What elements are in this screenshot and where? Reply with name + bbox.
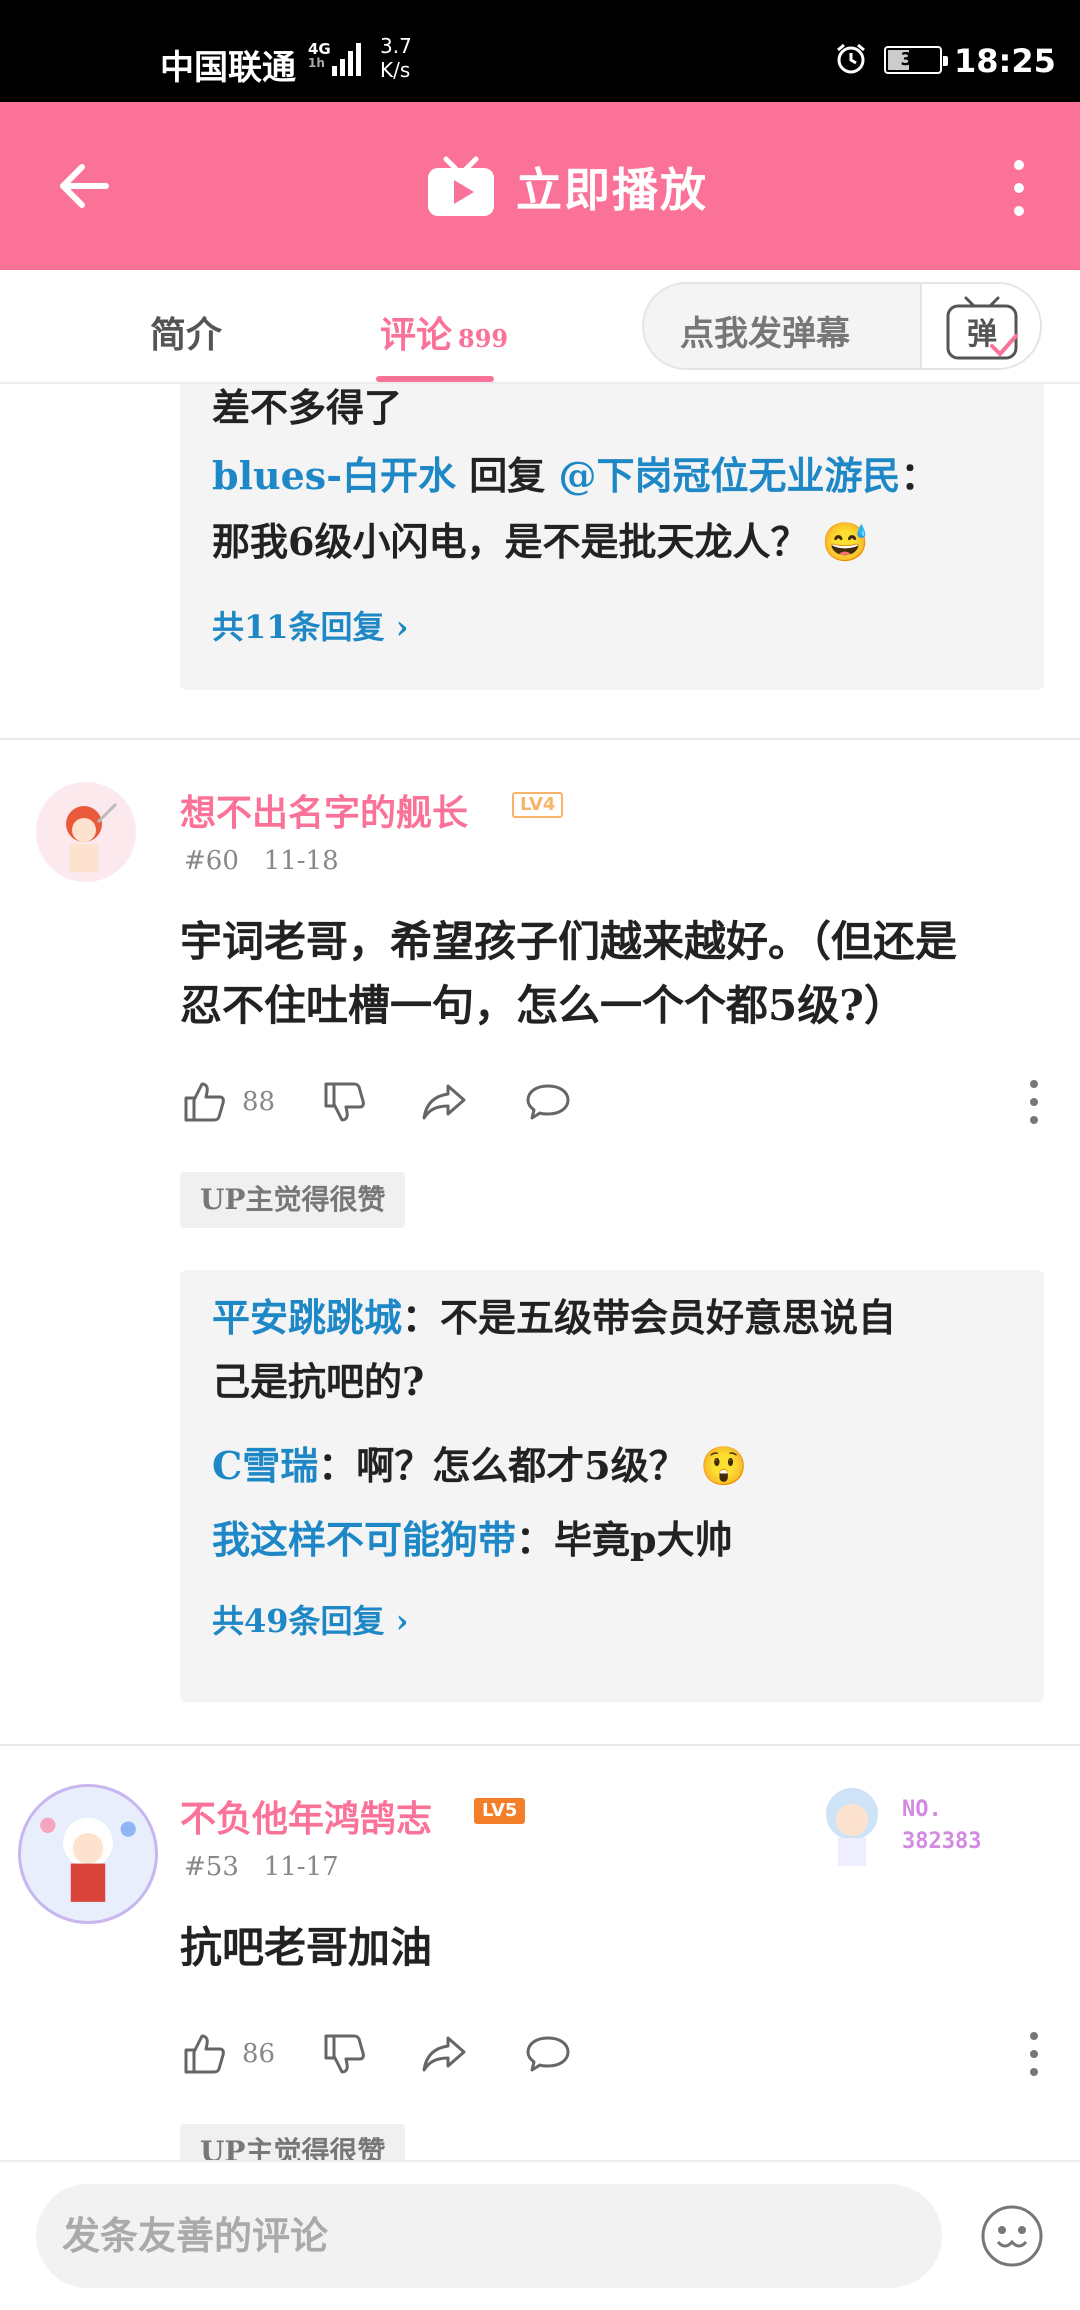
share-button[interactable] bbox=[420, 2026, 468, 2082]
divider bbox=[0, 1744, 1080, 1746]
divider bbox=[0, 738, 1080, 740]
dislike-button[interactable] bbox=[320, 2026, 368, 2082]
thumbs-up-icon bbox=[184, 2034, 225, 2074]
up-liked-badge: UP主觉得很赞 bbox=[180, 1172, 406, 1228]
comment-more-icon[interactable] bbox=[1028, 2030, 1040, 2078]
dislike-button[interactable] bbox=[320, 1074, 368, 1130]
fan-medal-badge: NO. 382383 bbox=[812, 1772, 1042, 1882]
like-count: 86 bbox=[242, 2039, 276, 2069]
battery-icon: 39 bbox=[884, 46, 948, 74]
danmaku-icon: 弹 bbox=[946, 296, 1018, 360]
comment-meta: #53 11-17 bbox=[184, 1852, 339, 1882]
danmaku-placeholder: 点我发弹幕 bbox=[680, 314, 850, 354]
more-replies-link[interactable]: 共49条回复 › bbox=[212, 1596, 408, 1642]
reply-mention[interactable]: @下岗冠位无业游民 bbox=[558, 453, 900, 498]
alarm-icon bbox=[837, 43, 865, 74]
comment-input[interactable]: 发条友善的评论 bbox=[36, 2184, 942, 2288]
reply-line: C雪瑞：啊？怎么都才5级？ 😲 bbox=[212, 1443, 748, 1488]
up-liked-badge: UP主觉得很赞 bbox=[180, 2124, 406, 2160]
comment-bubble-icon bbox=[526, 2036, 570, 2072]
share-button[interactable] bbox=[420, 1074, 468, 1130]
share-icon bbox=[422, 1084, 466, 1120]
avatar[interactable] bbox=[18, 1784, 158, 1924]
reply-line: 己是抗吧的? bbox=[212, 1359, 425, 1404]
comment-list[interactable]: 差不多得了 blues-白开水 回复 @下岗冠位无业游民： 那我6级小闪电，是不… bbox=[0, 384, 1080, 2160]
fan-avatar-icon bbox=[826, 1788, 878, 1866]
comment-text: 宇词老哥，希望孩子们越来越好。（但还是 忍不住吐槽一句，怎么一个个都5级?） bbox=[180, 917, 958, 1030]
play-now-button[interactable]: 立即播放 bbox=[426, 152, 708, 222]
network-type: 4G 1h bbox=[308, 40, 331, 71]
signal-icon bbox=[332, 43, 361, 76]
comment-date: 11-17 bbox=[263, 1852, 339, 1882]
back-arrow-icon[interactable] bbox=[56, 158, 112, 214]
carrier-name: 中国联通 bbox=[160, 48, 296, 88]
battery-level: 39 bbox=[900, 49, 926, 70]
comment-bubble-icon bbox=[526, 1084, 570, 1120]
floor-number: #53 bbox=[184, 1852, 239, 1882]
reply-username[interactable]: C雪瑞 bbox=[212, 1443, 318, 1488]
sweat-smile-emoji: 😅 bbox=[821, 519, 870, 564]
share-icon bbox=[422, 2036, 466, 2072]
level-badge: LV4 bbox=[512, 792, 564, 818]
floor-number: #60 bbox=[184, 846, 239, 876]
fan-medal-number: 382383 bbox=[902, 1829, 982, 1854]
astonished-emoji: 😲 bbox=[699, 1443, 748, 1488]
reply-username[interactable]: 平安跳跳城 bbox=[212, 1295, 402, 1340]
emoji-icon[interactable] bbox=[980, 2204, 1044, 2268]
comment-date: 11-18 bbox=[263, 846, 339, 876]
thumbs-down-icon bbox=[324, 2034, 365, 2074]
comment-text: 抗吧老哥加油 bbox=[180, 1923, 433, 1972]
avatar[interactable] bbox=[36, 782, 136, 882]
comment-meta: #60 11-18 bbox=[184, 846, 339, 876]
comment-actions: 86 bbox=[180, 2026, 1040, 2082]
app-bar: 立即播放 bbox=[0, 102, 1080, 270]
reply-button[interactable] bbox=[524, 2026, 572, 2082]
clock: 18:25 bbox=[954, 42, 1056, 80]
more-replies-link[interactable]: 共11条回复 › bbox=[212, 602, 408, 648]
reply-preview-box[interactable]: 平安跳跳城：不是五级带会员好意思说自 己是抗吧的? C雪瑞：啊？怎么都才5级？ … bbox=[180, 1270, 1044, 1702]
network-speed: 3.7 K/s bbox=[380, 34, 412, 82]
reply-line: 我这样不可能狗带：毕竟p大帅 bbox=[212, 1517, 733, 1562]
like-count: 88 bbox=[242, 1087, 276, 1117]
tv-play-icon bbox=[428, 156, 494, 216]
comment-actions: 88 bbox=[180, 1074, 1040, 1130]
tab-intro[interactable]: 简介 bbox=[150, 306, 222, 358]
comment-username[interactable]: 不负他年鸿鹄志 bbox=[180, 1790, 432, 1842]
reply-username[interactable]: blues-白开水 bbox=[212, 453, 456, 498]
tab-comments[interactable]: 评论 899 bbox=[380, 306, 508, 358]
active-tab-indicator bbox=[376, 376, 494, 382]
reply-line: 平安跳跳城：不是五级带会员好意思说自 bbox=[212, 1295, 897, 1340]
reply-button[interactable] bbox=[524, 1074, 572, 1130]
level-badge: LV5 bbox=[474, 1798, 526, 1824]
reply-line: blues-白开水 回复 @下岗冠位无业游民： bbox=[212, 453, 939, 498]
like-button[interactable]: 86 bbox=[180, 2026, 275, 2082]
comment-username[interactable]: 想不出名字的舰长 bbox=[180, 784, 468, 836]
reply-line: 那我6级小闪电，是不是批天龙人？ 😅 bbox=[212, 519, 870, 564]
like-button[interactable]: 88 bbox=[180, 1074, 275, 1130]
reply-preview-box[interactable]: 差不多得了 blues-白开水 回复 @下岗冠位无业游民： 那我6级小闪电，是不… bbox=[180, 384, 1044, 690]
play-now-label: 立即播放 bbox=[516, 163, 708, 217]
fan-medal-label: NO. bbox=[902, 1797, 942, 1822]
more-vertical-icon[interactable] bbox=[1012, 158, 1026, 218]
reply-username[interactable]: 我这样不可能狗带 bbox=[212, 1517, 516, 1562]
comment-more-icon[interactable] bbox=[1028, 1078, 1040, 1126]
danmaku-input[interactable]: 点我发弹幕 弹 bbox=[642, 282, 1042, 370]
danmaku-toggle[interactable]: 弹 bbox=[920, 284, 1040, 368]
reply-line: 差不多得了 bbox=[212, 385, 403, 430]
thumbs-up-icon bbox=[184, 1082, 225, 1122]
status-bar: 中国联通 4G 1h 3.7 K/s 39 18:25 bbox=[0, 0, 1080, 102]
tab-bar: 简介 评论 899 点我发弹幕 弹 bbox=[0, 270, 1080, 384]
comment-compose-bar: 发条友善的评论 bbox=[0, 2160, 1080, 2310]
comments-count: 899 bbox=[458, 324, 509, 353]
thumbs-down-icon bbox=[324, 1082, 365, 1122]
